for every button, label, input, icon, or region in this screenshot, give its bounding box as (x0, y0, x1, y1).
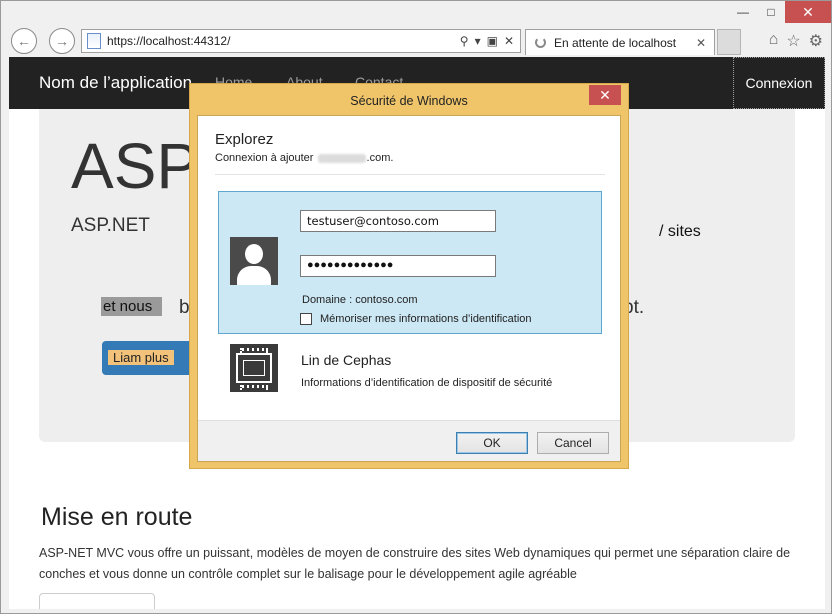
lead2-highlight: et nous (101, 297, 163, 316)
remember-credentials[interactable]: Mémoriser mes informations d’identificat… (300, 313, 532, 325)
page-icon (87, 33, 101, 49)
address-tools: ⚲ ▾ ▣ ✕ (460, 34, 514, 48)
forward-icon: → (55, 33, 69, 49)
browser-tab[interactable]: En attente de localhost ✕ (525, 29, 715, 55)
navigation-bar: ← → https://localhost:44312/ ⚲ ▾ ▣ ✕ En … (1, 25, 832, 57)
dialog-footer: OK Cancel (198, 420, 620, 461)
window-close-button[interactable]: ✕ (785, 1, 831, 23)
close-icon: ✕ (599, 86, 611, 103)
redacted-domain (317, 153, 366, 163)
remember-label: Mémoriser mes informations d’identificat… (320, 313, 532, 325)
cancel-button[interactable]: Cancel (537, 432, 609, 454)
lock-icon[interactable]: ▣ (487, 34, 498, 48)
stop-icon[interactable]: ✕ (504, 34, 514, 48)
alt-credential-description: Informations d’identification de disposi… (301, 377, 553, 389)
smartcard-icon[interactable] (230, 344, 278, 392)
dialog-title: Sécurité de Windows (350, 94, 468, 108)
browser-window: — □ ✕ ← → https://localhost:44312/ ⚲ ▾ ▣… (0, 0, 832, 614)
jumbotron-heading: ASP (71, 130, 200, 202)
domain-label: Domaine : contoso.com (302, 294, 418, 306)
forward-button[interactable]: → (49, 28, 75, 54)
user-avatar-icon (230, 237, 278, 285)
back-button[interactable]: ← (11, 28, 37, 54)
subtitle-suffix: .com. (366, 152, 394, 164)
site-brand[interactable]: Nom de l’application (39, 73, 192, 93)
dialog-subtitle: Connexion à ajouter .com. (215, 152, 393, 164)
section-text: ASP-NET MVC vous offre un puissant, modè… (39, 546, 791, 581)
remember-checkbox[interactable] (300, 313, 312, 325)
dialog-body: Explorez Connexion à ajouter .com. testu… (197, 115, 621, 462)
star-icon[interactable]: ☆ (786, 31, 800, 51)
tab-title: En attente de localhost (554, 35, 677, 50)
dialog-close-button[interactable]: ✕ (589, 85, 621, 105)
windows-security-dialog: Sécurité de Windows ✕ Explorez Connexion… (189, 83, 629, 469)
learn-more-label: Liam plus (108, 350, 174, 365)
home-icon[interactable]: ⌂ (769, 31, 779, 51)
login-link[interactable]: Connexion (733, 57, 825, 109)
loading-icon (535, 37, 546, 48)
username-input[interactable]: testuser@contoso.com (300, 210, 496, 232)
dialog-app-name: Explorez (215, 131, 274, 148)
password-input[interactable]: ●●●●●●●●●●●●● (300, 255, 496, 277)
alt-credential-name[interactable]: Lin de Cephas (301, 352, 391, 368)
dialog-separator (215, 174, 605, 175)
window-caption-buttons: — □ ✕ (729, 1, 831, 25)
ok-button[interactable]: OK (456, 432, 528, 454)
address-url[interactable]: https://localhost:44312/ (107, 34, 460, 48)
credential-tile-selected[interactable]: testuser@contoso.com ●●●●●●●●●●●●● Domai… (218, 191, 602, 334)
new-tab-button[interactable] (717, 29, 741, 55)
gear-icon[interactable]: ⚙ (809, 31, 823, 51)
tab-close-icon[interactable]: ✕ (696, 36, 706, 50)
address-bar[interactable]: https://localhost:44312/ ⚲ ▾ ▣ ✕ (81, 29, 521, 53)
back-icon: ← (17, 33, 31, 49)
partial-button[interactable] (39, 593, 155, 609)
lead-text-end: / sites (659, 223, 701, 240)
section-title: Mise en route (41, 503, 193, 531)
browser-tools: ⌂ ☆ ⚙ (769, 31, 823, 51)
minimize-button[interactable]: — (729, 1, 757, 23)
dropdown-icon[interactable]: ▾ (475, 34, 481, 48)
learn-more-button[interactable]: Liam plus (102, 341, 198, 375)
lead2-fragment: b (179, 297, 190, 318)
search-icon[interactable]: ⚲ (460, 34, 469, 48)
maximize-button[interactable]: □ (757, 1, 785, 23)
lead-text-start: ASP.NET (71, 215, 150, 236)
subtitle-prefix: Connexion à ajouter (215, 152, 314, 164)
